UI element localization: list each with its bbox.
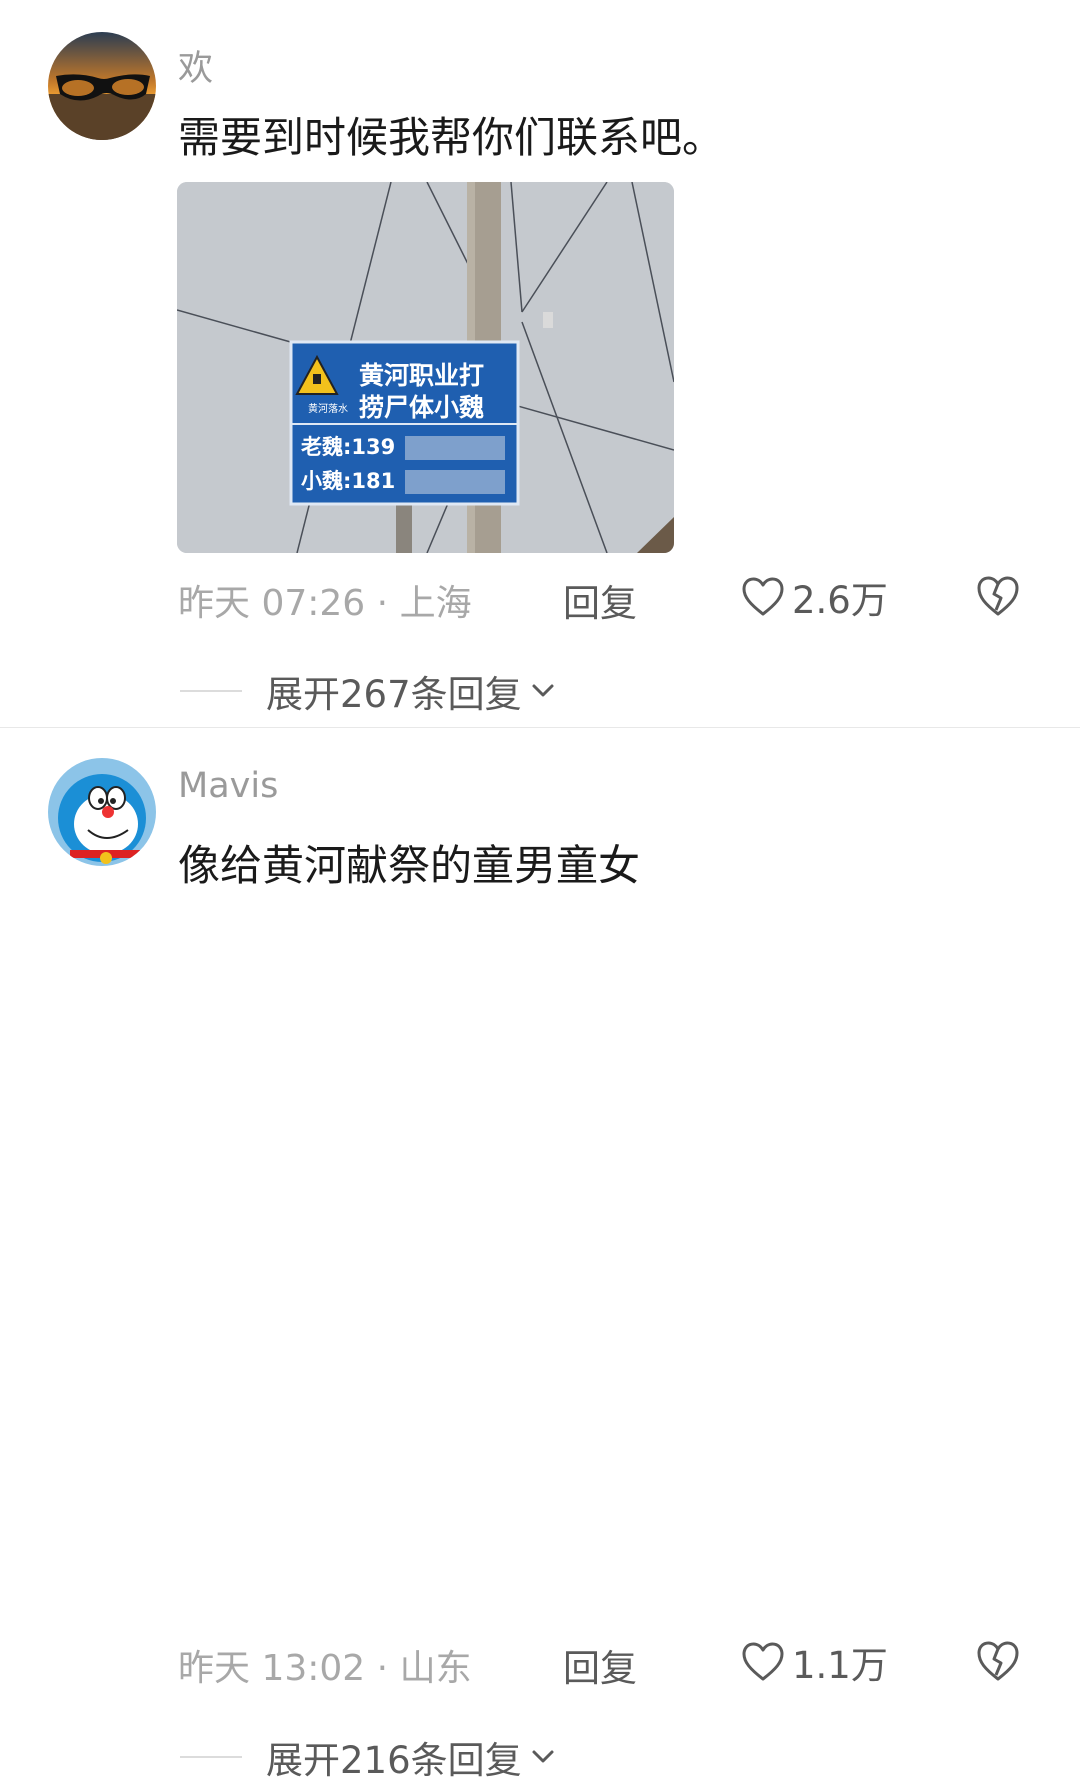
reply-button[interactable]: 回复	[563, 1638, 637, 1692]
avatar[interactable]	[48, 758, 156, 866]
expand-replies[interactable]: 展开267条回复	[180, 666, 556, 716]
reply-button[interactable]: 回复	[563, 573, 637, 627]
heart-outline-icon	[742, 577, 784, 616]
svg-text:黄河落水: 黄河落水	[308, 402, 348, 415]
avatar[interactable]	[48, 32, 156, 140]
expand-divider-line	[180, 690, 242, 692]
comment-location: 山东	[399, 1648, 472, 1689]
comment-time: 昨天 07:26	[178, 583, 366, 624]
expand-replies[interactable]: 展开216条回复	[180, 1732, 556, 1782]
comment-photo[interactable]: 黄河落水 黄河职业打 捞尸体小魏 老魏:139 小魏:181	[177, 182, 674, 553]
svg-text:老魏:139: 老魏:139	[301, 435, 395, 459]
sign-photo: 黄河落水 黄河职业打 捞尸体小魏 老魏:139 小魏:181	[177, 182, 674, 553]
comment-item: 欢 需要到时候我帮你们联系吧。 黄河落水 黄河职业打 捞尸体小魏 老魏:139	[0, 0, 1080, 727]
like-count: 1.1万	[792, 1644, 888, 1687]
expand-replies-label: 展开267条回复	[266, 673, 522, 716]
comment-meta: 昨天 07:26 · 上海	[178, 574, 472, 626]
comment-text: 像给黄河献祭的童男童女	[178, 841, 641, 890]
comment-item: Mavis 像给黄河献祭的童男童女 昨天 13:02 · 山东 回复 1.1万 …	[0, 728, 1080, 1782]
svg-text:小魏:181: 小魏:181	[301, 469, 395, 493]
chevron-down-icon	[532, 684, 554, 697]
heart-outline-icon	[742, 1642, 784, 1681]
comment-username[interactable]: Mavis	[178, 766, 278, 806]
svg-text:黄河职业打: 黄河职业打	[359, 361, 484, 390]
broken-heart-icon	[977, 1641, 1019, 1681]
comment-text: 需要到时候我帮你们联系吧。	[178, 113, 725, 162]
comment-meta: 昨天 13:02 · 山东	[178, 1639, 472, 1691]
expand-divider-line	[180, 1756, 242, 1758]
avatar-sunset-image	[48, 32, 156, 140]
comment-time: 昨天 13:02	[178, 1648, 366, 1689]
meta-separator: ·	[376, 583, 389, 624]
dislike-button[interactable]	[974, 574, 1022, 620]
avatar-cartoon-cat-image	[48, 758, 156, 866]
broken-heart-icon	[977, 576, 1019, 616]
dislike-button[interactable]	[974, 1639, 1022, 1685]
meta-separator: ·	[376, 1648, 389, 1689]
comment-location: 上海	[399, 583, 472, 624]
expand-replies-label: 展开216条回复	[266, 1739, 522, 1782]
like-count: 2.6万	[792, 579, 888, 622]
chevron-down-icon	[532, 1750, 554, 1763]
like-button[interactable]: 1.1万	[740, 1639, 888, 1687]
comment-username[interactable]: 欢	[178, 40, 213, 91]
like-button[interactable]: 2.6万	[740, 574, 888, 622]
svg-text:捞尸体小魏: 捞尸体小魏	[359, 393, 484, 422]
